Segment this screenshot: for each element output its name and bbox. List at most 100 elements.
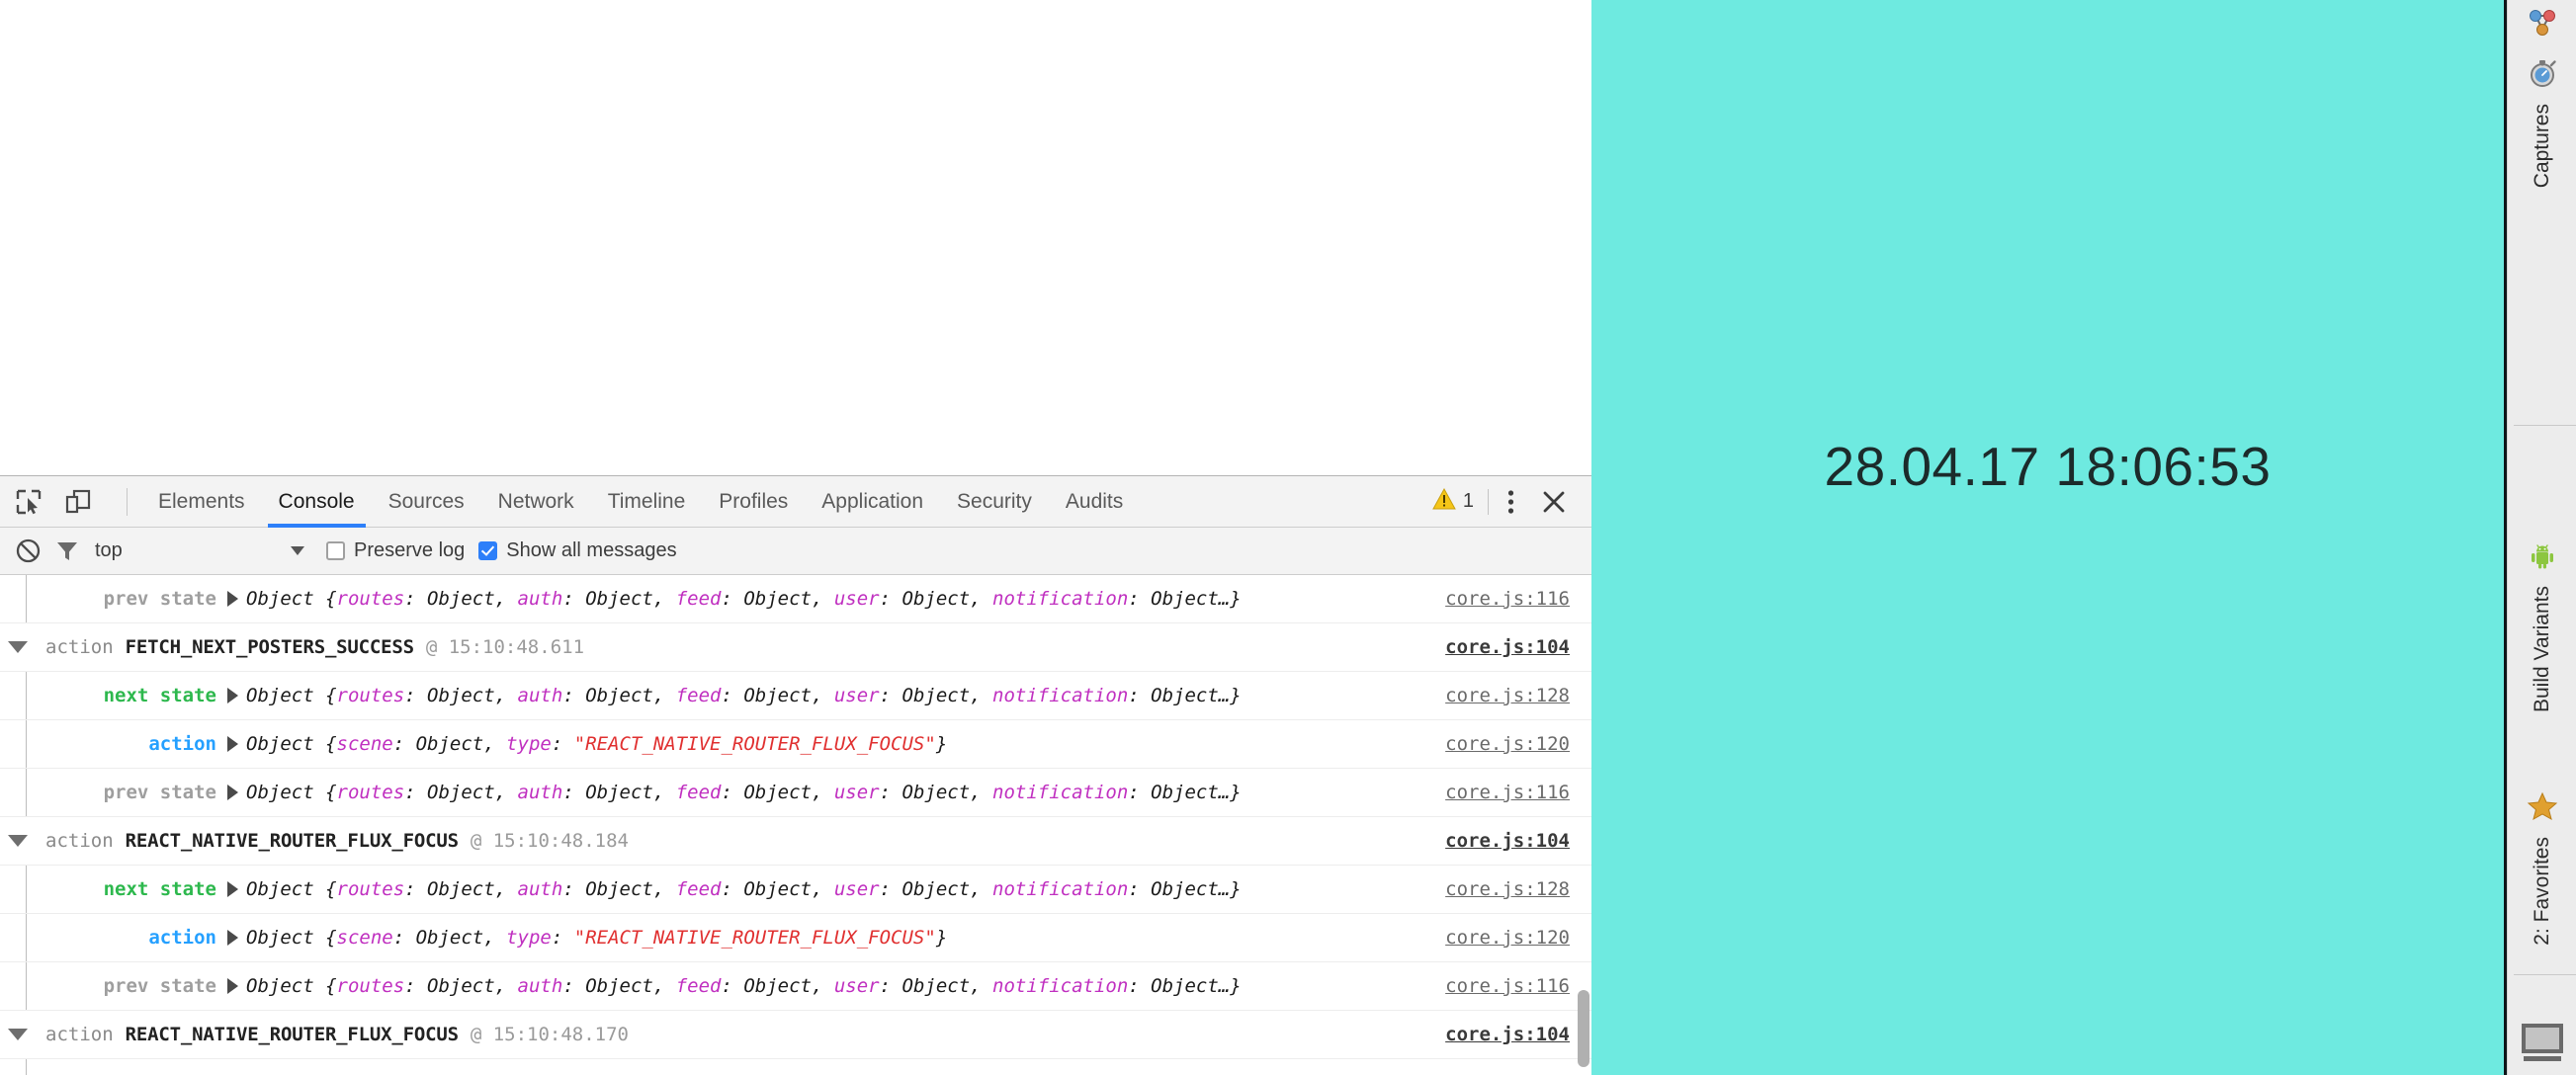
object-property-key: user xyxy=(833,685,880,706)
console-message-row[interactable]: prev state Object {routes: Object, auth: … xyxy=(0,769,1591,817)
object-preview-text: : Object… xyxy=(1128,588,1231,610)
screen-icon[interactable] xyxy=(2522,1024,2563,1061)
console-source-link[interactable]: core.js:116 xyxy=(1445,975,1570,997)
object-expand-caret-icon[interactable] xyxy=(227,785,238,800)
screen-root: Elements Console Sources Network Timelin… xyxy=(0,0,2576,1075)
console-message-row[interactable]: next stateObject {routes: Object, auth: … xyxy=(0,1059,1591,1075)
tab-security[interactable]: Security xyxy=(940,476,1049,528)
object-preview-text: : Object, xyxy=(721,588,834,610)
ide-strip-button-structure[interactable] xyxy=(2508,6,2576,44)
screen-icon-base xyxy=(2524,1056,2561,1061)
object-property-key: user xyxy=(833,878,880,900)
object-expand-caret-icon[interactable] xyxy=(227,736,238,752)
preserve-log-toggle[interactable]: Preserve log xyxy=(326,539,465,562)
group-indent-line xyxy=(26,866,27,913)
console-group-timestamp: @ 15:10:48.611 xyxy=(425,636,585,658)
web-page-viewport xyxy=(0,0,1591,475)
object-preview-text: : Object, xyxy=(404,685,518,706)
toolbar-divider xyxy=(127,487,128,516)
object-expand-caret-icon[interactable] xyxy=(227,930,238,946)
console-message-row[interactable]: action Object {scene: Object, type: "REAC… xyxy=(0,914,1591,962)
console-source-link[interactable]: core.js:116 xyxy=(1445,782,1570,803)
tab-application[interactable]: Application xyxy=(805,476,940,528)
object-expand-caret-icon[interactable] xyxy=(227,978,238,994)
object-preview-text: : Object, xyxy=(721,878,834,900)
object-expand-caret-icon[interactable] xyxy=(227,881,238,897)
devtools-tabbar: Elements Console Sources Network Timelin… xyxy=(0,476,1591,528)
tab-audits[interactable]: Audits xyxy=(1049,476,1140,528)
group-indent-line xyxy=(26,720,27,768)
console-source-link[interactable]: core.js:128 xyxy=(1445,685,1570,706)
tab-application-label: Application xyxy=(821,489,924,513)
clear-console-icon[interactable] xyxy=(10,534,45,569)
show-all-messages-checkbox[interactable] xyxy=(478,541,498,560)
object-preview-text: : Object… xyxy=(1128,685,1231,706)
ide-strip-button-favorites[interactable]: 2: Favorites xyxy=(2508,790,2576,946)
console-scrollbar[interactable] xyxy=(1578,990,1589,1067)
inspect-element-icon[interactable] xyxy=(12,485,45,519)
console-group-row[interactable]: action REACT_NATIVE_ROUTER_FLUX_FOCUS @ 15… xyxy=(0,1011,1591,1059)
tab-elements[interactable]: Elements xyxy=(141,476,262,528)
tab-profiles-label: Profiles xyxy=(719,489,789,513)
object-preview-text: : Object, xyxy=(879,878,993,900)
console-message-row[interactable]: next stateObject {routes: Object, auth: … xyxy=(0,672,1591,720)
tab-network[interactable]: Network xyxy=(481,476,591,528)
object-expand-caret-icon[interactable] xyxy=(227,688,238,703)
console-filter-bar: top Preserve log Show all messages xyxy=(0,528,1591,575)
object-property-key: feed xyxy=(675,878,722,900)
filter-funnel-icon[interactable] xyxy=(49,534,85,569)
ide-tool-window-strip: Captures Build Variants 2: Favorites xyxy=(2504,0,2576,1075)
warning-count: 1 xyxy=(1462,490,1474,512)
console-message-row[interactable]: prev state Object {routes: Object, auth: … xyxy=(0,575,1591,623)
tab-profiles[interactable]: Profiles xyxy=(702,476,805,528)
star-icon xyxy=(2527,790,2558,827)
console-group-row[interactable]: action REACT_NATIVE_ROUTER_FLUX_FOCUS @ 15… xyxy=(0,817,1591,866)
object-preview-text: : Object, xyxy=(392,733,507,755)
console-source-link[interactable]: core.js:116 xyxy=(1445,588,1570,610)
console-message-row[interactable]: action Object {scene: Object, type: "REAC… xyxy=(0,720,1591,769)
console-message-row[interactable]: next stateObject {routes: Object, auth: … xyxy=(0,866,1591,914)
console-group-row[interactable]: action FETCH_NEXT_POSTERS_SUCCESS @ 15:10:… xyxy=(0,623,1591,672)
ide-strip-button-build-variants[interactable]: Build Variants xyxy=(2508,541,2576,712)
ide-strip-button-captures[interactable]: Captures xyxy=(2508,57,2576,188)
warning-triangle-icon xyxy=(1432,487,1456,516)
object-preview-suffix: } xyxy=(1230,685,1242,706)
console-source-link[interactable]: core.js:104 xyxy=(1445,830,1570,852)
object-property-key: routes xyxy=(336,588,405,610)
device-toolbar-icon[interactable] xyxy=(61,485,95,519)
object-property-key: scene xyxy=(336,927,393,949)
console-source-link[interactable]: core.js:120 xyxy=(1445,927,1570,949)
object-preview-text: : Object, xyxy=(721,782,834,803)
console-source-link[interactable]: core.js:104 xyxy=(1445,1024,1570,1045)
console-object-preview: Object {routes: Object, auth: Object, fe… xyxy=(246,588,1242,610)
console-context-select[interactable]: top xyxy=(95,539,312,562)
object-preview-text: : Object, xyxy=(562,588,676,610)
more-options-icon[interactable] xyxy=(1489,480,1532,524)
object-string-value: "REACT_NATIVE_ROUTER_FLUX_FOCUS" xyxy=(573,733,936,755)
preserve-log-label: Preserve log xyxy=(354,539,466,561)
console-group-timestamp: @ 15:10:48.170 xyxy=(470,1024,629,1045)
object-expand-caret-icon[interactable] xyxy=(227,591,238,607)
ide-strip-label-captures: Captures xyxy=(2531,104,2553,189)
console-entry-label: next state xyxy=(103,878,216,900)
group-collapse-caret-icon[interactable] xyxy=(8,1029,28,1040)
show-all-messages-toggle[interactable]: Show all messages xyxy=(478,539,677,562)
close-icon[interactable] xyxy=(1532,480,1576,524)
warning-counter[interactable]: 1 xyxy=(1432,487,1488,516)
console-message-list[interactable]: prev state Object {routes: Object, auth: … xyxy=(0,575,1591,1075)
tab-timeline[interactable]: Timeline xyxy=(591,476,703,528)
object-preview-suffix: } xyxy=(935,733,948,755)
group-collapse-caret-icon[interactable] xyxy=(8,835,28,847)
tab-sources[interactable]: Sources xyxy=(372,476,481,528)
console-group-action-name: REACT_NATIVE_ROUTER_FLUX_FOCUS xyxy=(125,830,459,852)
console-source-link[interactable]: core.js:120 xyxy=(1445,733,1570,755)
preserve-log-checkbox[interactable] xyxy=(326,541,345,560)
object-preview-text: : Object… xyxy=(1128,782,1231,803)
console-entry-label: prev state xyxy=(103,588,216,610)
group-collapse-caret-icon[interactable] xyxy=(8,641,28,653)
console-source-link[interactable]: core.js:104 xyxy=(1445,636,1570,658)
console-entry-label: action xyxy=(148,733,216,755)
tab-console[interactable]: Console xyxy=(262,476,372,528)
console-message-row[interactable]: prev state Object {routes: Object, auth: … xyxy=(0,962,1591,1011)
console-source-link[interactable]: core.js:128 xyxy=(1445,878,1570,900)
